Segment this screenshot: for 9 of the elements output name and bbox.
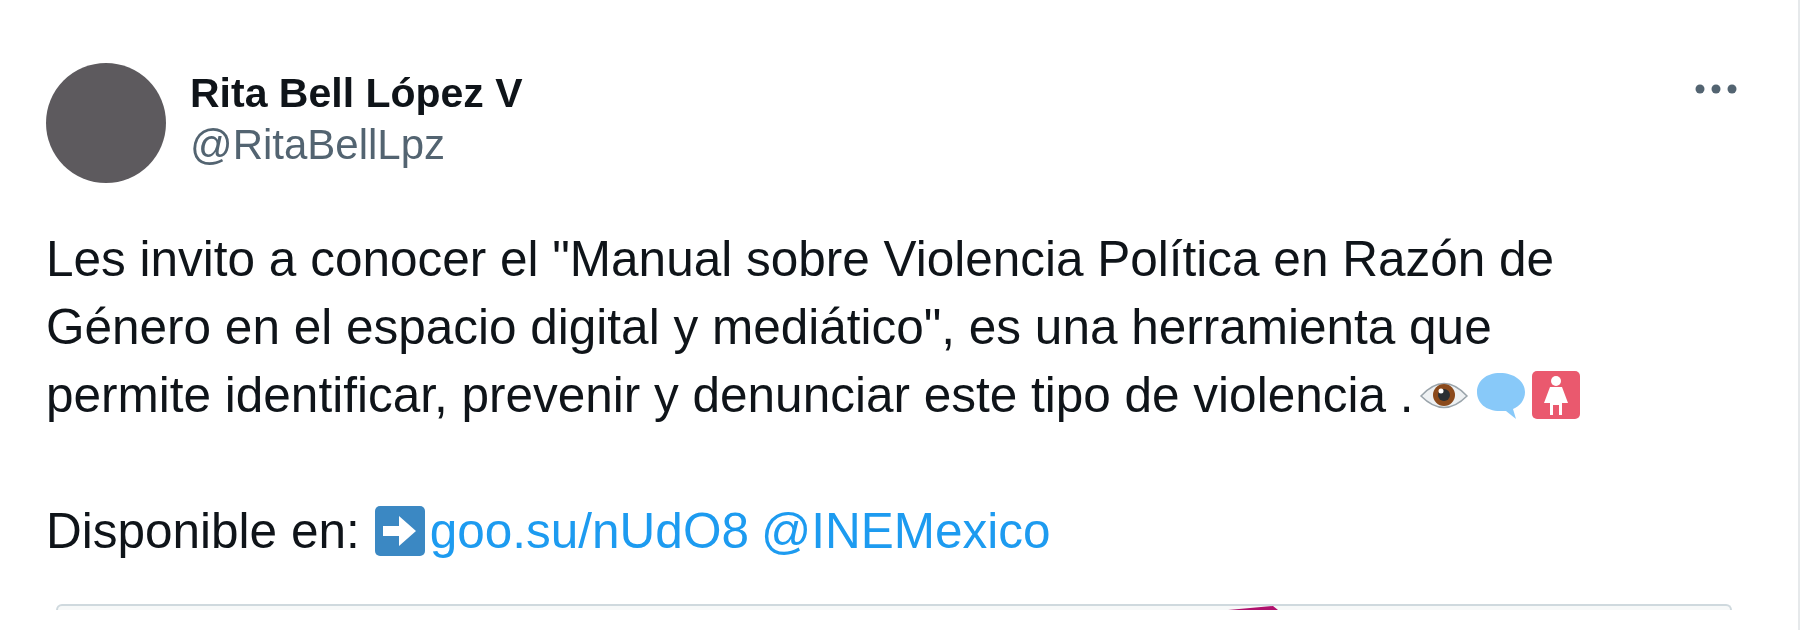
right-arrow-emoji-icon (373, 505, 426, 557)
post-text-line: Les invito a conocer el "Manual sobre Violencia Política en Razón de (46, 230, 1555, 288)
author-name[interactable]: Rita Bell López V (190, 67, 1670, 119)
author-handle[interactable]: @RitaBellLpz (190, 119, 1670, 171)
post-text-line: Género en el espacio digital y mediático", es una herramienta que (46, 298, 1492, 356)
womens-sign-emoji-icon (1529, 369, 1582, 421)
post-text-line: permite identificar, prevenir y denunciar este tipo de violencia . (46, 366, 1414, 424)
availability-label: Disponible en: (46, 502, 360, 560)
more-options-icon[interactable] (1694, 83, 1738, 95)
